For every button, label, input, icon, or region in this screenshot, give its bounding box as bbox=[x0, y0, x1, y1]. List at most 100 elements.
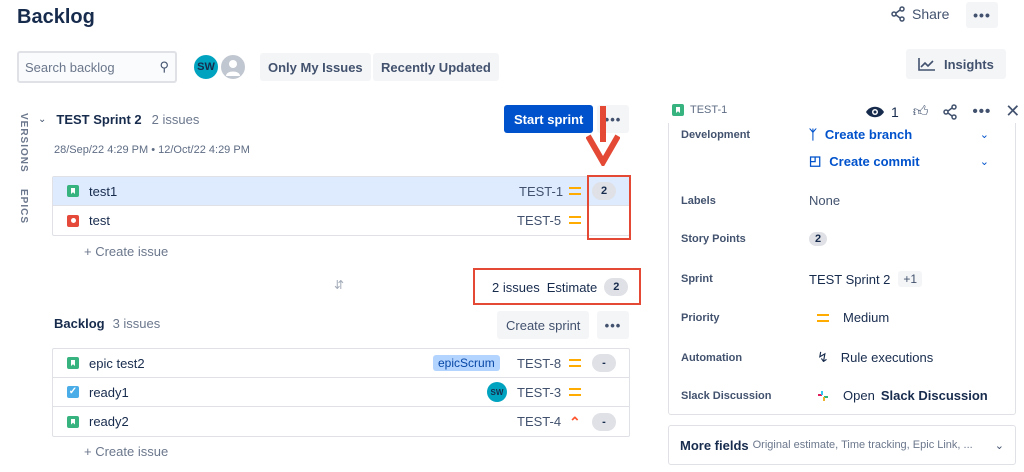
more-icon[interactable]: ••• bbox=[972, 103, 991, 120]
automation-value[interactable]: Rule executions bbox=[841, 350, 934, 365]
story-points-value[interactable]: 2 bbox=[809, 232, 828, 246]
field-priority[interactable]: Priority Medium bbox=[681, 310, 1001, 325]
drag-handle-icon[interactable]: ⇵ bbox=[334, 278, 344, 292]
search-icon: ⚲ bbox=[159, 59, 169, 74]
task-icon bbox=[67, 386, 79, 398]
sprint-label: Sprint bbox=[681, 273, 713, 285]
avatar-unassigned[interactable] bbox=[219, 53, 247, 81]
avatar-sw[interactable]: SW bbox=[192, 53, 220, 81]
backlog-name: Backlog bbox=[54, 316, 105, 331]
chevron-down-icon[interactable]: ⌄ bbox=[38, 114, 46, 125]
more-fields-section[interactable]: More fields Original estimate, Time trac… bbox=[668, 425, 1016, 465]
sprint-extra-badge[interactable]: +1 bbox=[898, 271, 923, 287]
sprint-issue-count: 2 issues bbox=[151, 112, 200, 127]
table-row[interactable]: test1 TEST-1 2 bbox=[53, 177, 629, 206]
backlog-more-button[interactable]: ••• bbox=[597, 311, 629, 339]
story-icon bbox=[67, 357, 79, 369]
table-row[interactable]: epic test2 epicScrum TEST-8 - bbox=[53, 349, 629, 378]
lightning-icon: ↯ bbox=[817, 349, 829, 365]
bug-icon bbox=[67, 214, 79, 227]
epic-lozenge[interactable]: epicScrum bbox=[433, 355, 500, 371]
share-label: Share bbox=[912, 6, 950, 22]
issue-summary: ready2 bbox=[89, 414, 129, 429]
sprint-header[interactable]: ⌄ TEST Sprint 2 2 issues bbox=[38, 112, 199, 127]
priority-label: Priority bbox=[681, 311, 720, 324]
share-button[interactable]: Share bbox=[890, 6, 949, 22]
watch-button[interactable]: 1 bbox=[865, 104, 899, 120]
field-development: Development ᛉ Create branch ⌄ bbox=[681, 127, 1001, 142]
more-actions-button[interactable]: ••• bbox=[966, 2, 998, 28]
create-branch-link[interactable]: ᛉ Create branch bbox=[809, 127, 912, 142]
more-fields-subtitle: Original estimate, Time tracking, Epic L… bbox=[752, 439, 973, 451]
page-title: Backlog bbox=[17, 6, 95, 28]
priority-medium-icon bbox=[569, 216, 581, 224]
table-row[interactable]: test TEST-5 bbox=[53, 206, 629, 235]
priority-high-icon: ⌃ bbox=[569, 413, 581, 430]
issue-key[interactable]: TEST-8 bbox=[517, 356, 561, 371]
create-commit-label: Create commit bbox=[829, 153, 920, 169]
chart-trend-icon bbox=[918, 58, 935, 71]
only-my-issues-filter[interactable]: Only My Issues bbox=[260, 53, 371, 81]
search-box[interactable]: ⚲ bbox=[17, 51, 177, 83]
person-icon bbox=[226, 60, 240, 76]
sprint-dates: 28/Sep/22 4:29 PM • 12/Oct/22 4:29 PM bbox=[54, 144, 250, 156]
labels-label: Labels bbox=[681, 194, 716, 207]
field-slack[interactable]: Slack Discussion Open Slack Discussion bbox=[681, 388, 1001, 403]
issue-key[interactable]: TEST-5 bbox=[517, 213, 561, 228]
automation-label: Automation bbox=[681, 351, 743, 364]
field-labels[interactable]: Labels None bbox=[681, 193, 1001, 208]
chevron-down-icon[interactable]: ⌄ bbox=[995, 439, 1004, 452]
chevron-down-icon[interactable]: ⌄ bbox=[980, 128, 989, 141]
insights-button[interactable]: Insights bbox=[906, 49, 1006, 79]
story-points-label: Story Points bbox=[681, 233, 746, 245]
slack-prefix: Open bbox=[843, 388, 875, 403]
issue-key[interactable]: TEST-4 bbox=[517, 414, 561, 429]
backlog-issue-list: epic test2 epicScrum TEST-8 - ready1 SW … bbox=[52, 348, 630, 437]
slack-value[interactable]: Slack Discussion bbox=[881, 388, 988, 403]
issue-key[interactable]: TEST-3 bbox=[517, 385, 561, 400]
sprint-value[interactable]: TEST Sprint 2 bbox=[809, 272, 890, 287]
create-issue-link[interactable]: + Create issue bbox=[84, 444, 168, 459]
priority-medium-icon bbox=[569, 359, 581, 367]
priority-medium-icon bbox=[569, 187, 581, 195]
create-branch-label: Create branch bbox=[824, 127, 913, 142]
annotation-box-footer bbox=[473, 268, 641, 305]
field-automation[interactable]: Automation ↯ Rule executions bbox=[681, 349, 1001, 366]
chevron-down-icon[interactable]: ⌄ bbox=[980, 155, 989, 168]
issue-summary: ready1 bbox=[89, 384, 129, 400]
story-icon bbox=[672, 104, 684, 116]
create-commit-link[interactable]: ◰ Create commit bbox=[809, 153, 920, 169]
start-sprint-button[interactable]: Start sprint bbox=[504, 105, 594, 133]
estimate-badge: - bbox=[592, 354, 616, 372]
create-sprint-button[interactable]: Create sprint bbox=[497, 311, 590, 339]
issue-summary: test1 bbox=[89, 183, 118, 199]
close-icon[interactable]: ✕ bbox=[1005, 101, 1020, 122]
commit-icon: ◰ bbox=[809, 153, 822, 168]
priority-medium-icon bbox=[817, 313, 829, 322]
labels-value[interactable]: None bbox=[809, 193, 840, 208]
assignee-avatar[interactable]: SW bbox=[487, 382, 507, 402]
search-input[interactable] bbox=[25, 59, 145, 75]
tab-versions[interactable]: VERSIONS bbox=[18, 113, 29, 173]
table-row[interactable]: ready2 TEST-4 ⌃ - bbox=[53, 407, 629, 436]
backlog-header[interactable]: Backlog 3 issues bbox=[54, 316, 160, 331]
slack-icon bbox=[818, 390, 828, 401]
priority-value[interactable]: Medium bbox=[843, 310, 889, 325]
create-issue-link[interactable]: + Create issue bbox=[84, 244, 168, 259]
story-icon bbox=[67, 415, 79, 428]
issue-detail-panel: Development ᛉ Create branch ⌄ ◰ Create c… bbox=[668, 123, 1016, 415]
watch-count: 1 bbox=[891, 103, 899, 120]
field-story-points[interactable]: Story Points 2 bbox=[681, 232, 1001, 246]
recently-updated-filter[interactable]: Recently Updated bbox=[373, 53, 499, 81]
branch-icon: ᛉ bbox=[809, 127, 817, 142]
detail-issue-key[interactable]: TEST-1 bbox=[690, 104, 727, 116]
story-icon bbox=[67, 185, 79, 197]
issue-key[interactable]: TEST-1 bbox=[519, 184, 563, 199]
sprint-name: TEST Sprint 2 bbox=[56, 112, 142, 127]
tab-epics[interactable]: EPICS bbox=[18, 189, 29, 224]
table-row[interactable]: ready1 SW TEST-3 bbox=[53, 378, 629, 407]
share-icon[interactable] bbox=[942, 103, 958, 120]
like-icon[interactable]: 👍︎ bbox=[913, 103, 929, 121]
estimate-badge: - bbox=[592, 412, 616, 431]
field-sprint[interactable]: Sprint TEST Sprint 2 +1 bbox=[681, 271, 1001, 287]
